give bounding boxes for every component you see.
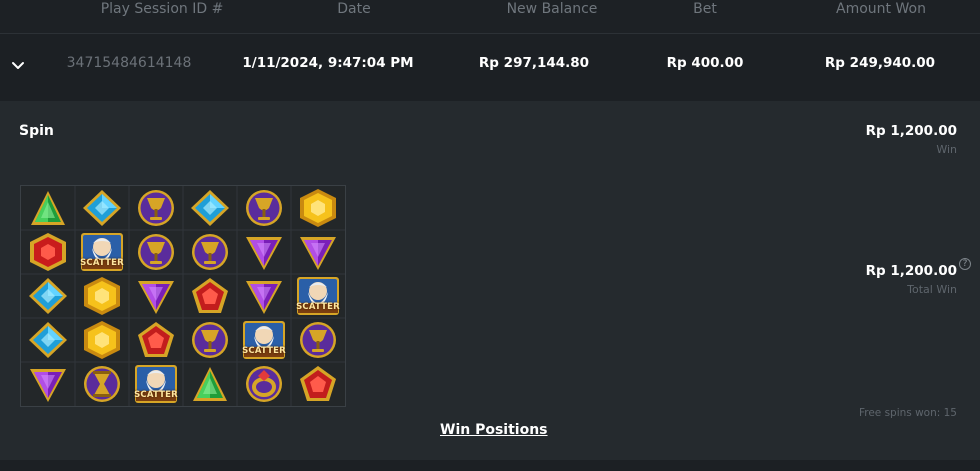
purple-triangle-gem-icon [296,232,340,272]
scatter-zeus-icon: SCATTER [80,232,124,272]
win-positions-link[interactable]: Win Positions [440,422,548,438]
bet-cell: Rp 400.00 [666,55,744,71]
new-balance-cell: Rp 297,144.80 [478,55,590,71]
date-cell: 1/11/2024, 9:47:04 PM [242,55,414,71]
spin-detail-panel: Spin Rp 1,200.00 Win Rp 1,200.00 Total W… [0,101,980,460]
scatter-label: SCATTER [242,346,286,356]
green-triangle-gem-icon [188,364,232,404]
scatter-zeus-icon: SCATTER [134,364,178,404]
total-win-caption: Total Win [907,283,957,296]
free-spins-won: Free spins won: 15 [858,407,957,419]
chevron-down-icon[interactable] [9,56,27,74]
column-header-date: Date [337,1,371,17]
purple-triangle-gem-icon [26,364,70,404]
purple-triangle-gem-icon [242,232,286,272]
golden-hourglass-icon [80,364,124,404]
yellow-hexagon-gem-icon [80,276,124,316]
column-header-new-balance: New Balance [506,1,598,17]
golden-chalice-icon [242,188,286,228]
green-triangle-gem-icon [26,188,70,228]
bottom-strip [0,460,980,471]
red-pentagon-gem-icon [296,364,340,404]
golden-chalice-icon [188,232,232,272]
scatter-label: SCATTER [80,258,124,268]
purple-triangle-gem-icon [242,276,286,316]
golden-chalice-icon [296,320,340,360]
golden-ring-icon [242,364,286,404]
session-id-cell: 34715484614148 [66,55,192,71]
column-header-amount-won: Amount Won [836,1,926,17]
red-pentagon-gem-icon [188,276,232,316]
red-hexagon-gem-icon [26,232,70,272]
yellow-hexagon-gem-icon [80,320,124,360]
golden-chalice-icon [188,320,232,360]
table-header: Play Session ID # Date New Balance Bet A… [0,0,980,34]
scatter-label: SCATTER [296,302,340,312]
column-header-bet: Bet [693,1,717,17]
spin-label: Spin [19,123,54,139]
spin-win-amount: Rp 1,200.00 [865,123,957,139]
blue-diamond-gem-icon [80,188,124,228]
yellow-hexagon-gem-icon [296,188,340,228]
total-win-amount: Rp 1,200.00 [865,263,957,279]
table-row[interactable]: 34715484614148 1/11/2024, 9:47:04 PM Rp … [0,35,980,101]
spin-win-caption: Win [936,143,957,156]
red-pentagon-gem-icon [134,320,178,360]
help-icon[interactable]: ? [959,258,971,270]
amount-won-cell: Rp 249,940.00 [824,55,936,71]
blue-diamond-gem-icon [26,320,70,360]
reel-grid: SCATTER SCATTER SCATTER SCATTER [20,185,346,407]
purple-triangle-gem-icon [134,276,178,316]
blue-diamond-gem-icon [26,276,70,316]
golden-chalice-icon [134,188,178,228]
golden-chalice-icon [134,232,178,272]
scatter-zeus-icon: SCATTER [242,320,286,360]
scatter-label: SCATTER [134,390,178,400]
scatter-zeus-icon: SCATTER [296,276,340,316]
blue-diamond-gem-icon [188,188,232,228]
column-header-session-id: Play Session ID # [100,1,224,17]
